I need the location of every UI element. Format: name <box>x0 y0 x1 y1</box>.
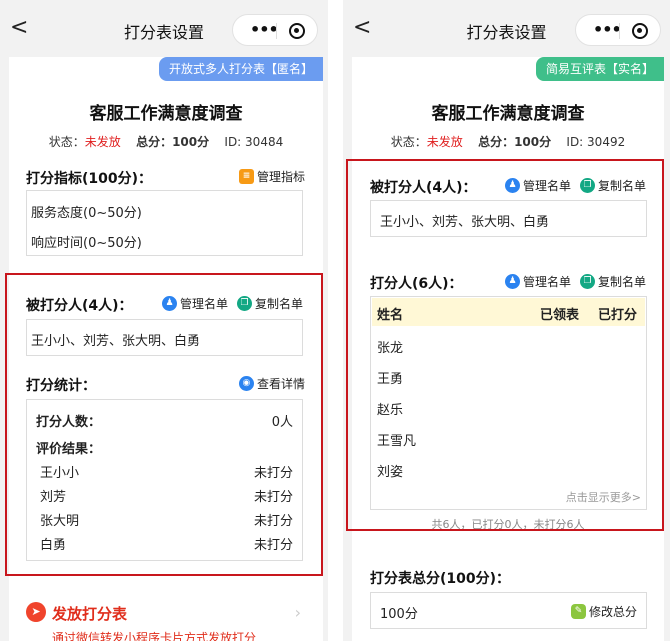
total-label: 总分： <box>136 135 173 149</box>
total-value: 100分 <box>172 135 210 149</box>
total-score-box: 100分 ✎ 修改总分 <box>370 592 647 629</box>
status-label: 状态： <box>390 135 427 149</box>
manage-criteria-button[interactable]: ≡ 管理指标 <box>238 168 305 185</box>
total-score-title: 打分表总分(100分)： <box>370 571 511 587</box>
criteria-item: 响应时间(0~50分) <box>31 236 142 251</box>
chevron-right-icon[interactable]: › <box>295 603 301 622</box>
capsule-divider <box>276 23 277 39</box>
modify-total-label: 修改总分 <box>588 605 637 619</box>
survey-meta: 状态：未发放 总分：100分 ID: 30484 <box>9 133 323 150</box>
nav-bar: < 打分表设置 ••• <box>343 0 670 57</box>
mini-program-capsule: ••• <box>232 14 318 46</box>
status-value: 未发放 <box>426 135 463 149</box>
criteria-item: 服务态度(0~50分) <box>31 206 142 221</box>
mini-program-capsule: ••• <box>575 14 661 46</box>
survey-id: ID: 30492 <box>566 135 626 149</box>
criteria-title: 打分指标(100分)： <box>26 171 153 187</box>
survey-meta: 状态：未发放 总分：100分 ID: 30492 <box>352 133 664 150</box>
criteria-box: 服务态度(0~50分) 响应时间(0~50分) <box>26 190 303 256</box>
capsule-divider <box>619 23 620 39</box>
survey-title: 客服工作满意度调查 <box>89 104 243 124</box>
edit-icon: ✎ <box>570 604 586 619</box>
total-value: 100分 <box>514 135 552 149</box>
status-value: 未发放 <box>84 135 121 149</box>
more-dots-icon[interactable]: ••• <box>250 20 279 39</box>
manage-criteria-label: 管理指标 <box>256 170 305 184</box>
send-form-subtitle: 通过微信转发小程序卡片方式发放打分 <box>52 631 257 641</box>
survey-id: ID: 30484 <box>224 135 284 149</box>
survey-title: 客服工作满意度调查 <box>431 104 585 124</box>
target-icon[interactable] <box>289 23 305 39</box>
modify-total-button[interactable]: ✎ 修改总分 <box>570 603 637 620</box>
list-icon: ≡ <box>238 169 254 184</box>
status-label: 状态： <box>48 135 85 149</box>
form-type-ribbon: 开放式多人打分表【匿名】 <box>158 57 323 81</box>
total-label: 总分： <box>478 135 515 149</box>
nav-bar: < 打分表设置 ••• <box>0 0 328 57</box>
highlight-frame-right <box>346 159 664 531</box>
send-icon: ➤ <box>26 602 46 622</box>
total-score-value: 100分 <box>380 607 418 622</box>
highlight-frame-left <box>5 273 323 576</box>
form-type-ribbon: 简易互评表【实名】 <box>535 57 664 81</box>
more-dots-icon[interactable]: ••• <box>593 20 622 39</box>
send-form-title[interactable]: 发放打分表 <box>52 603 127 624</box>
target-icon[interactable] <box>632 23 648 39</box>
